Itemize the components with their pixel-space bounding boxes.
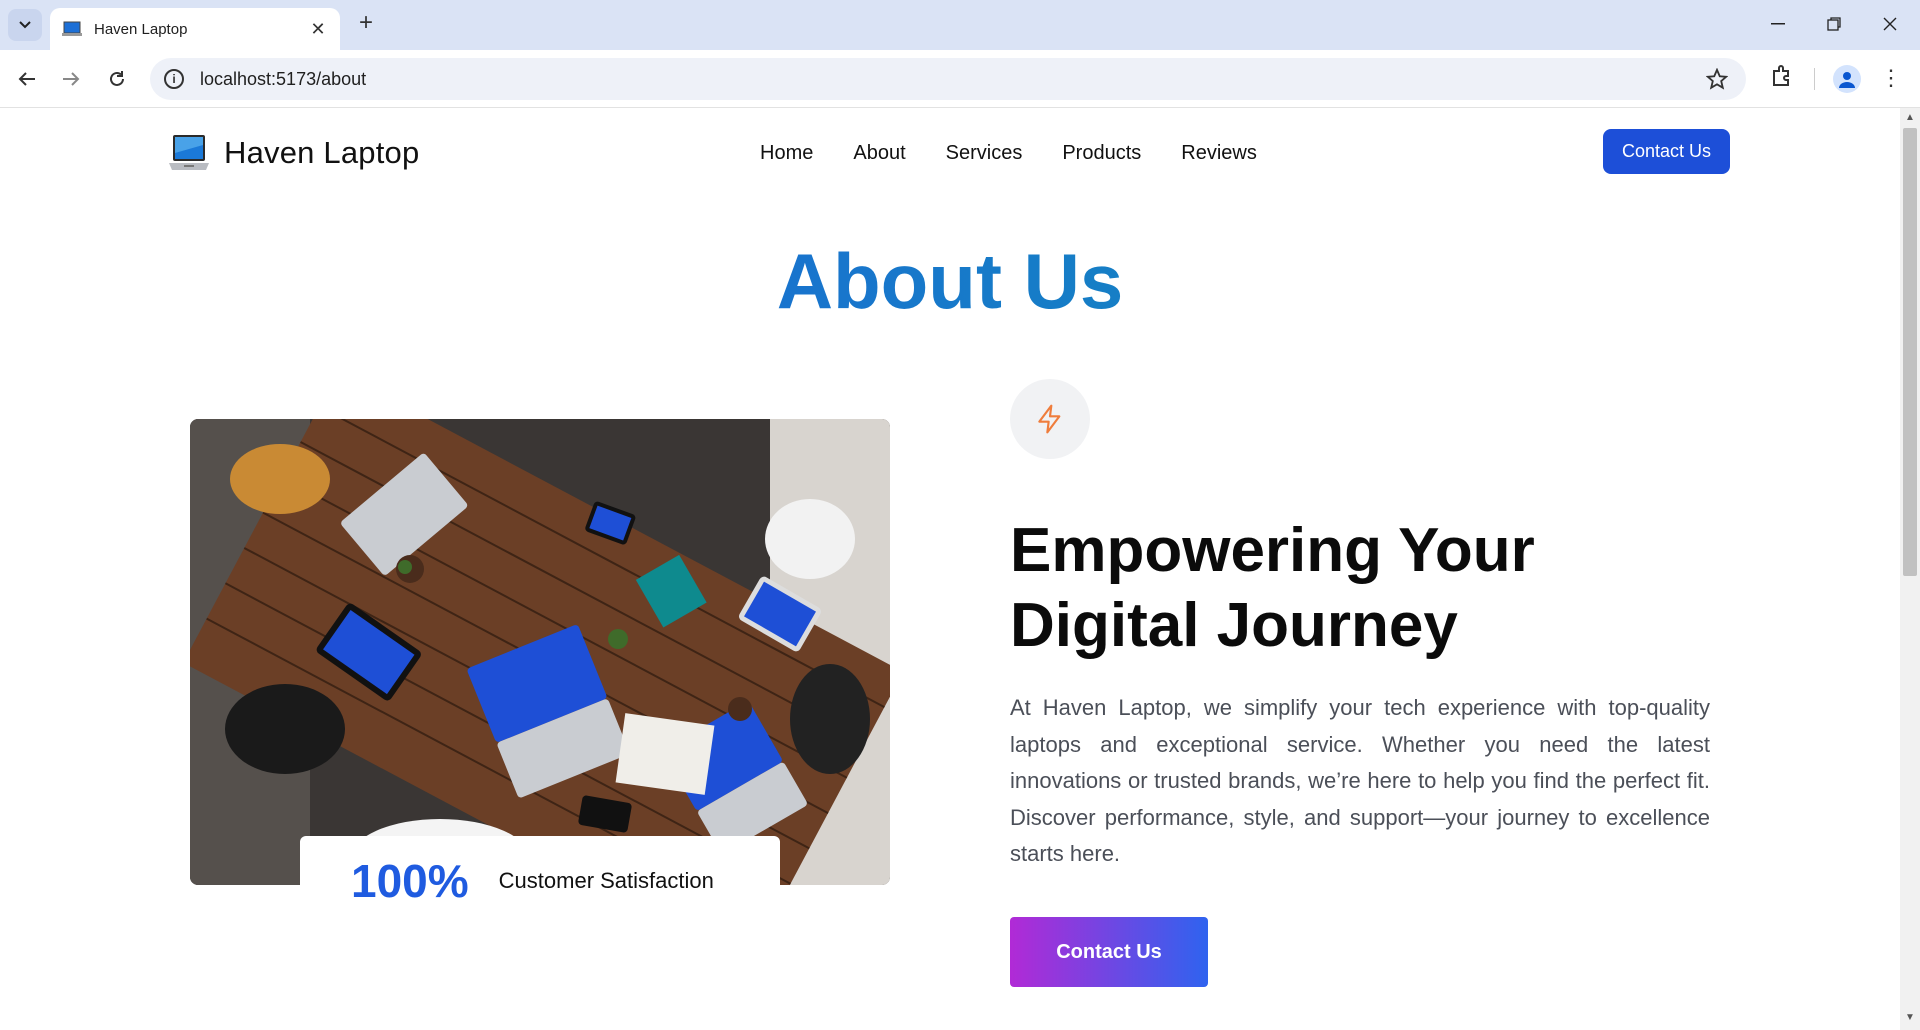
more-menu-icon[interactable]: ⋮ [1880, 64, 1902, 92]
brand-logo[interactable]: Haven Laptop [168, 133, 419, 173]
minimize-icon [1771, 23, 1785, 25]
laptop-icon [62, 21, 82, 36]
scroll-down-arrow[interactable]: ▼ [1903, 1012, 1917, 1026]
close-icon[interactable]: ✕ [308, 19, 328, 40]
new-tab-button[interactable]: + [354, 11, 378, 36]
nav-about[interactable]: About [853, 142, 905, 165]
about-paragraph: At Haven Laptop, we simplify your tech e… [1010, 695, 1710, 866]
chevron-down-icon [19, 21, 31, 29]
tab-search-button[interactable] [8, 9, 42, 41]
address-bar[interactable]: i localhost:5173/about [150, 58, 1746, 100]
stat-label: Customer Satisfaction [498, 868, 714, 893]
lightning-icon [1038, 404, 1061, 434]
restore-button[interactable] [1814, 10, 1854, 38]
star-icon[interactable] [1706, 68, 1728, 90]
main-nav: Home About Services Products Reviews [760, 142, 1257, 165]
puzzle-icon[interactable] [1770, 64, 1794, 88]
profile-avatar[interactable] [1833, 65, 1861, 93]
person-icon [1839, 72, 1855, 88]
url-text[interactable]: localhost:5173/about [200, 69, 366, 90]
arrow-right-icon [63, 72, 80, 86]
satisfaction-card: 100% Customer Satisfaction [300, 836, 780, 926]
close-icon [1883, 17, 1897, 31]
scroll-up-arrow[interactable]: ▲ [1903, 112, 1917, 126]
nav-home[interactable]: Home [760, 142, 813, 165]
close-window-button[interactable] [1870, 10, 1910, 38]
browser-tab[interactable]: Haven Laptop ✕ [50, 8, 340, 50]
minimize-button[interactable] [1758, 10, 1798, 38]
team-meeting-photo [190, 419, 890, 885]
nav-services[interactable]: Services [946, 142, 1023, 165]
back-button[interactable] [12, 64, 42, 94]
toolbar-divider [1814, 68, 1815, 90]
nav-products[interactable]: Products [1062, 142, 1141, 165]
browser-tabstrip: Haven Laptop ✕ + [0, 0, 1920, 50]
header-contact-button[interactable]: Contact Us [1603, 129, 1730, 174]
arrow-left-icon [18, 72, 35, 86]
page-title: About Us [0, 236, 1900, 327]
info-icon[interactable]: i [164, 69, 184, 89]
page-content: Haven Laptop Home About Services Product… [0, 108, 1900, 1030]
scrollbar-thumb[interactable] [1903, 128, 1917, 576]
laptop-icon [169, 135, 209, 170]
contact-button[interactable]: Contact Us [1010, 917, 1208, 987]
brand-name: Haven Laptop [224, 135, 420, 170]
feature-icon-badge [1010, 379, 1090, 459]
nav-reviews[interactable]: Reviews [1181, 142, 1257, 165]
forward-button[interactable] [56, 64, 86, 94]
reload-icon [110, 71, 124, 86]
reload-button[interactable] [102, 64, 132, 94]
stat-value: 100% [351, 855, 469, 907]
browser-toolbar: i localhost:5173/about ⋮ [0, 50, 1920, 108]
tab-title: Haven Laptop [94, 20, 188, 38]
restore-icon [1827, 17, 1841, 31]
section-heading: Empowering Your Digital Journey [1010, 516, 1535, 660]
